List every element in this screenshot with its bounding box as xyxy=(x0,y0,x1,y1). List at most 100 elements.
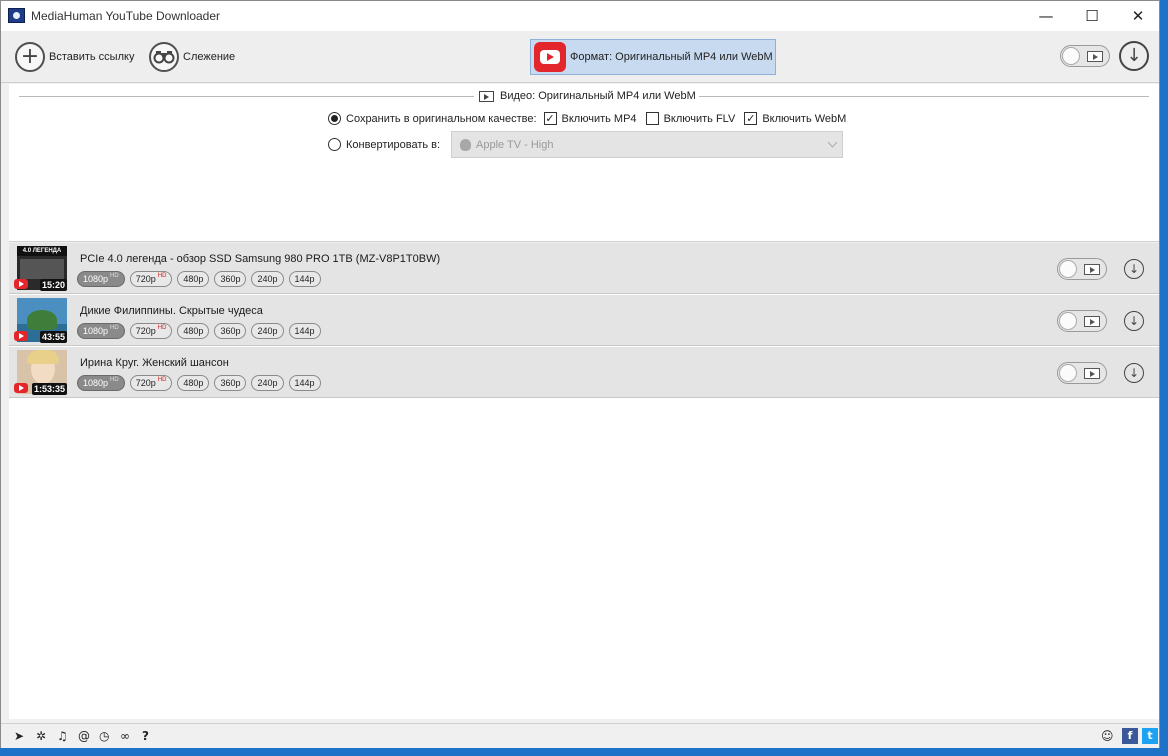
app-logo-icon xyxy=(8,8,25,23)
download-button[interactable]: ↓ xyxy=(1124,259,1144,279)
music-note-icon[interactable]: ♫ xyxy=(57,729,68,743)
quality-480p[interactable]: 480p xyxy=(177,271,210,287)
twitter-icon[interactable]: t xyxy=(1142,728,1158,744)
save-original-label: Сохранить в оригинальном качестве: xyxy=(346,112,537,125)
quality-144p[interactable]: 144p xyxy=(288,375,321,391)
arrow-down-icon: ↓ xyxy=(1126,45,1142,66)
toolbar: + Вставить ссылку Слежение Формат: Ориги… xyxy=(1,31,1159,83)
convert-preset-value: Apple TV - High xyxy=(476,138,554,151)
quality-1080p[interactable]: 1080p HD xyxy=(77,271,125,287)
quality-144p[interactable]: 144p xyxy=(288,323,321,339)
quality-480p[interactable]: 480p xyxy=(177,323,210,339)
quality-240p[interactable]: 240p xyxy=(251,375,284,391)
minimize-button[interactable]: — xyxy=(1023,1,1069,31)
status-bar: ➤ ✲ ♫ @ ◷ ∞ ? ☺ f t xyxy=(1,723,1159,748)
close-button[interactable]: ✕ xyxy=(1115,1,1161,31)
youtube-icon xyxy=(14,383,28,393)
thumbnail-caption: 4.0 ЛЕГЕНДА xyxy=(17,246,67,256)
title-bar: MediaHuman YouTube Downloader — ☐ ✕ xyxy=(1,1,1159,31)
binoculars-icon[interactable]: ∞ xyxy=(120,729,130,743)
section-title: Видео: Оригинальный MP4 или WebM xyxy=(479,90,696,102)
format-button[interactable]: Формат: Оригинальный MP4 или WebM xyxy=(530,39,776,75)
youtube-icon xyxy=(534,42,566,72)
save-original-row: Сохранить в оригинальном качестве: Включ… xyxy=(328,112,846,125)
include-flv-label: Включить FLV xyxy=(663,112,736,125)
arrow-down-icon: ↓ xyxy=(1128,366,1140,380)
send-icon[interactable]: ➤ xyxy=(14,729,24,743)
quality-720p[interactable]: 720p HD xyxy=(129,271,173,287)
video-mode-toggle[interactable] xyxy=(1060,45,1110,67)
snail-icon[interactable]: @ xyxy=(78,729,90,743)
quality-720p[interactable]: 720p HD xyxy=(129,323,173,339)
help-icon[interactable]: ? xyxy=(142,729,149,743)
paste-link-button[interactable]: + Вставить ссылку xyxy=(15,31,134,83)
toggle-knob xyxy=(1059,312,1077,330)
film-icon xyxy=(1084,316,1100,327)
quality-1080p[interactable]: 1080p HD xyxy=(77,323,125,339)
film-icon xyxy=(1087,51,1103,62)
facebook-icon[interactable]: f xyxy=(1122,728,1138,744)
video-duration: 15:20 xyxy=(40,279,68,291)
video-duration: 1:53:35 xyxy=(32,383,68,395)
include-mp4-label: Включить MP4 xyxy=(561,112,637,125)
section-divider xyxy=(19,96,474,97)
include-webm-label: Включить WebM xyxy=(762,112,847,125)
film-icon xyxy=(1084,368,1100,379)
video-mode-toggle[interactable] xyxy=(1057,310,1107,332)
plus-icon: + xyxy=(15,42,45,72)
format-label: Формат: Оригинальный MP4 или WebM xyxy=(570,51,773,63)
quality-360p[interactable]: 360p xyxy=(214,271,247,287)
quality-240p[interactable]: 240p xyxy=(251,323,284,339)
thumbnail-island xyxy=(27,310,57,330)
chevron-down-icon xyxy=(827,137,838,148)
quality-360p[interactable]: 360p xyxy=(214,375,247,391)
include-flv-checkbox[interactable] xyxy=(645,112,659,125)
toggle-knob xyxy=(1059,364,1077,382)
quality-144p[interactable]: 144p xyxy=(288,271,321,287)
convert-radio[interactable] xyxy=(328,138,341,151)
binoculars-icon xyxy=(149,42,179,72)
quality-480p[interactable]: 480p xyxy=(177,375,210,391)
paste-link-label: Вставить ссылку xyxy=(49,51,135,63)
toggle-knob xyxy=(1062,47,1080,65)
youtube-icon xyxy=(14,279,28,289)
app-window: MediaHuman YouTube Downloader — ☐ ✕ + Вс… xyxy=(0,0,1160,748)
convert-preset-select[interactable]: Apple TV - High xyxy=(451,131,843,158)
film-icon xyxy=(1084,264,1100,275)
video-title: Дикие Филиппины. Скрытые чудеса xyxy=(80,305,263,317)
user-icon[interactable]: ☺ xyxy=(1101,729,1114,743)
format-settings-panel: Видео: Оригинальный MP4 или WebM Сохрани… xyxy=(9,84,1159,242)
section-divider xyxy=(699,96,1149,97)
save-original-radio[interactable] xyxy=(328,112,341,125)
download-button[interactable]: ↓ xyxy=(1124,363,1144,383)
thumbnail-image xyxy=(20,259,64,279)
maximize-button[interactable]: ☐ xyxy=(1069,1,1115,31)
quality-1080p[interactable]: 1080p HD xyxy=(77,375,125,391)
include-webm-checkbox[interactable] xyxy=(744,112,758,125)
window-title: MediaHuman YouTube Downloader xyxy=(31,9,221,23)
video-row[interactable]: 1:53:35 Ирина Круг. Женский шансон 1080p… xyxy=(9,347,1159,398)
convert-row: Конвертировать в: xyxy=(328,138,440,151)
video-mode-toggle[interactable] xyxy=(1057,362,1107,384)
include-mp4-checkbox[interactable] xyxy=(543,112,557,125)
clock-icon[interactable]: ◷ xyxy=(99,729,109,743)
video-row[interactable]: 4.0 ЛЕГЕНДА 15:20 PCIe 4.0 легенда - обз… xyxy=(9,243,1159,294)
quality-options: 1080p HD 720p HD 480p 360p 240p 144p xyxy=(77,375,321,391)
download-button[interactable]: ↓ xyxy=(1124,311,1144,331)
section-title-text: Видео: Оригинальный MP4 или WebM xyxy=(500,90,696,102)
download-all-button[interactable]: ↓ xyxy=(1119,41,1149,71)
quality-options: 1080p HD 720p HD 480p 360p 240p 144p xyxy=(77,271,321,287)
toggle-knob xyxy=(1059,260,1077,278)
arrow-down-icon: ↓ xyxy=(1128,314,1140,328)
quality-240p[interactable]: 240p xyxy=(251,271,284,287)
video-title: Ирина Круг. Женский шансон xyxy=(80,357,229,369)
video-row[interactable]: 43:55 Дикие Филиппины. Скрытые чудеса 10… xyxy=(9,295,1159,346)
quality-360p[interactable]: 360p xyxy=(214,323,247,339)
gear-icon[interactable]: ✲ xyxy=(36,729,46,743)
tracking-button[interactable]: Слежение xyxy=(149,31,235,83)
quality-720p[interactable]: 720p HD xyxy=(129,375,173,391)
quality-options: 1080p HD 720p HD 480p 360p 240p 144p xyxy=(77,323,321,339)
video-mode-toggle[interactable] xyxy=(1057,258,1107,280)
video-duration: 43:55 xyxy=(40,331,68,343)
thumbnail-hair xyxy=(27,350,59,364)
